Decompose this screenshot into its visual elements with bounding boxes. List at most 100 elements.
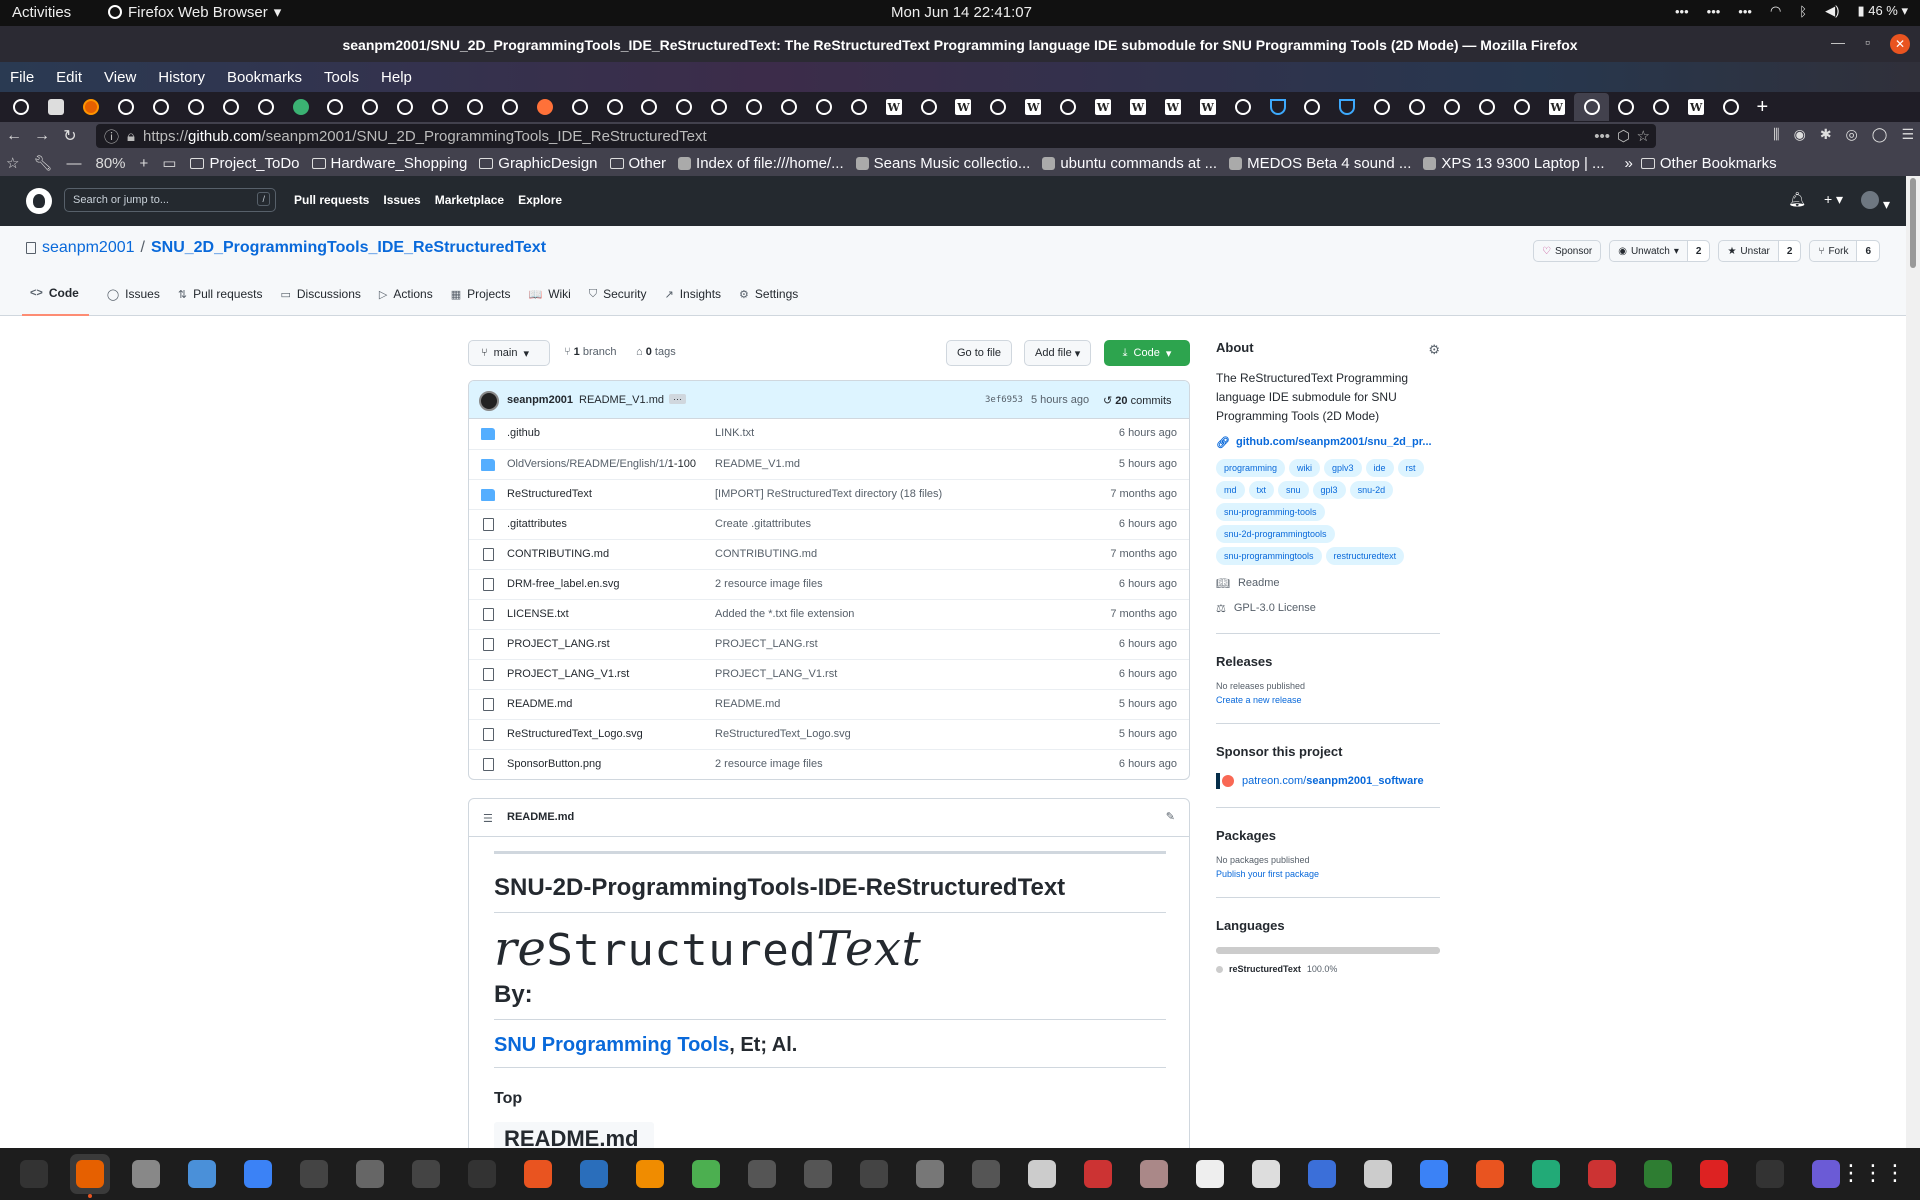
terminal-icon[interactable] xyxy=(462,1154,502,1194)
menu-history[interactable]: History xyxy=(158,69,205,86)
bookmark-item[interactable]: MEDOS Beta 4 sound ... xyxy=(1229,155,1411,172)
license-link[interactable]: ⚖ GPL-3.0 License xyxy=(1216,602,1440,615)
file-name[interactable]: CONTRIBUTING.md xyxy=(507,548,609,560)
overflow-icon[interactable]: ••• xyxy=(1675,4,1689,19)
browser-tab[interactable] xyxy=(597,93,632,121)
inkscape-icon[interactable] xyxy=(854,1154,894,1194)
browser-tab[interactable] xyxy=(841,93,876,121)
create-release-link[interactable]: Create a new release xyxy=(1216,695,1440,705)
browser-tab[interactable] xyxy=(1714,93,1749,121)
commit-message[interactable]: README_V1.md xyxy=(579,394,664,406)
extension-icon[interactable]: ◎ xyxy=(1846,126,1858,143)
commits-link[interactable]: ↺ 20 commits xyxy=(1103,394,1172,407)
file-commit-message[interactable]: 2 resource image files xyxy=(715,578,823,590)
table-row[interactable]: .gitattributes Create .gitattributes 6 hou… xyxy=(469,509,1189,539)
file-name[interactable]: ReStructuredText xyxy=(507,488,592,500)
browser-tab[interactable] xyxy=(388,93,423,121)
browser-tab[interactable]: W xyxy=(1190,93,1225,121)
update-icon[interactable] xyxy=(1470,1154,1510,1194)
shell-icon[interactable] xyxy=(966,1154,1006,1194)
check-icon[interactable] xyxy=(1302,1154,1342,1194)
unstar-button[interactable]: ★ Unstar 2 xyxy=(1718,240,1802,262)
file-name[interactable]: OldVersions/README/English/1/1-100 xyxy=(507,458,696,470)
snu-programming-tools-link[interactable]: SNU Programming Tools xyxy=(494,1034,729,1056)
topic-tag[interactable]: programming xyxy=(1216,459,1286,477)
browser-tab[interactable] xyxy=(737,93,772,121)
overflow-icon[interactable]: ••• xyxy=(1738,4,1752,19)
github-extension-icon[interactable]: ◯ xyxy=(1872,126,1888,143)
pycharm-icon[interactable] xyxy=(1526,1154,1566,1194)
pencil-icon[interactable]: ✎ xyxy=(1166,810,1175,823)
table-row[interactable]: ReStructuredText [IMPORT] ReStructuredTex… xyxy=(469,479,1189,509)
menu-help[interactable]: Help xyxy=(381,69,412,86)
browser-tab[interactable] xyxy=(248,93,283,121)
new-tab-icon[interactable]: + xyxy=(1757,96,1769,119)
page-actions-icon[interactable]: ••• xyxy=(1594,128,1610,145)
menu-view[interactable]: View xyxy=(104,69,136,86)
music-icon[interactable] xyxy=(1750,1154,1790,1194)
browser-tab[interactable] xyxy=(423,93,458,121)
alert-icon[interactable] xyxy=(1694,1154,1734,1194)
glasses-icon[interactable] xyxy=(1022,1154,1062,1194)
tab-issues[interactable]: ◯ Issues xyxy=(99,286,160,316)
browser-tab[interactable] xyxy=(4,93,39,121)
forward-icon[interactable]: → xyxy=(28,127,56,145)
activities-button[interactable]: Activities xyxy=(12,4,71,21)
browser-tab[interactable] xyxy=(144,93,179,121)
mario-icon[interactable] xyxy=(1582,1154,1622,1194)
browser-tab[interactable] xyxy=(527,93,562,121)
language-item[interactable]: reStructuredText 100.0% xyxy=(1216,964,1440,974)
file-commit-message[interactable]: CONTRIBUTING.md xyxy=(715,548,817,560)
tab-pull-requests[interactable]: ⇅ Pull requests xyxy=(170,286,263,316)
table-row[interactable]: CONTRIBUTING.md CONTRIBUTING.md 7 months a… xyxy=(469,539,1189,569)
browser-tab[interactable] xyxy=(806,93,841,121)
monitor-icon[interactable] xyxy=(14,1154,54,1194)
file-commit-message[interactable]: 2 resource image files xyxy=(715,758,823,770)
firefox-icon[interactable] xyxy=(70,1154,110,1198)
search-input[interactable]: Search or jump to... / xyxy=(64,188,276,212)
browser-tab[interactable] xyxy=(1400,93,1435,121)
browser-tab[interactable] xyxy=(492,93,527,121)
file-name[interactable]: README.md xyxy=(507,698,572,710)
file-commit-message[interactable]: PROJECT_LANG_V1.rst xyxy=(715,668,837,680)
table-row[interactable]: .github LINK.txt 6 hours ago xyxy=(469,419,1189,449)
topic-tag[interactable]: snu-programmingtools xyxy=(1216,547,1322,565)
patreon-link[interactable]: patreon.com/seanpm2001_software xyxy=(1216,773,1440,789)
star-count[interactable]: 2 xyxy=(1777,241,1801,261)
browser-tab[interactable] xyxy=(178,93,213,121)
browser-tab[interactable] xyxy=(39,93,74,121)
browser-tab[interactable] xyxy=(353,93,388,121)
char-b-icon[interactable] xyxy=(1246,1154,1286,1194)
add-file-button[interactable]: Add file ▾ xyxy=(1024,340,1092,366)
file-commit-message[interactable]: Added the *.txt file extension xyxy=(715,608,854,620)
bookmark-star-icon[interactable]: ☆ xyxy=(6,154,19,172)
nav-issues[interactable]: Issues xyxy=(383,193,420,207)
browser-tab[interactable]: W xyxy=(1086,93,1121,121)
topic-tag[interactable]: gplv3 xyxy=(1324,459,1362,477)
tab-wiki[interactable]: 📖 Wiki xyxy=(520,286,570,316)
zoom-in-icon[interactable]: + xyxy=(140,155,149,172)
github-logo-icon[interactable] xyxy=(26,188,52,214)
reload-icon[interactable]: ↻ xyxy=(56,126,84,146)
browser-tab[interactable] xyxy=(1295,93,1330,121)
notifications-icon[interactable]: 🔔︎ xyxy=(1788,191,1806,213)
vim-icon[interactable] xyxy=(1358,1154,1398,1194)
url-bar[interactable]: ⓘ 🔒︎ https://github.com/seanpm2001/SNU_2… xyxy=(96,124,1656,148)
browser-tab[interactable] xyxy=(632,93,667,121)
bookmark-item[interactable]: GraphicDesign xyxy=(479,155,598,172)
menu-edit[interactable]: Edit xyxy=(56,69,82,86)
repo-owner-link[interactable]: seanpm2001 xyxy=(42,239,135,257)
topic-tag[interactable]: ide xyxy=(1365,459,1394,477)
avatar[interactable] xyxy=(479,391,499,411)
watch-count[interactable]: 2 xyxy=(1686,241,1710,261)
other-bookmarks[interactable]: Other Bookmarks xyxy=(1640,155,1777,172)
search-icon[interactable] xyxy=(798,1154,838,1194)
browser-tab[interactable] xyxy=(1260,93,1295,121)
commit-sha[interactable]: 3ef6953 xyxy=(985,395,1023,405)
file-commit-message[interactable]: [IMPORT] ReStructuredText directory (18 … xyxy=(715,488,942,500)
window-icon[interactable] xyxy=(1414,1154,1454,1194)
nav-marketplace[interactable]: Marketplace xyxy=(435,193,504,207)
publish-package-link[interactable]: Publish your first package xyxy=(1216,869,1440,879)
table-row[interactable]: README.md README.md 5 hours ago xyxy=(469,689,1189,719)
bookmark-item[interactable]: Other xyxy=(609,155,666,172)
